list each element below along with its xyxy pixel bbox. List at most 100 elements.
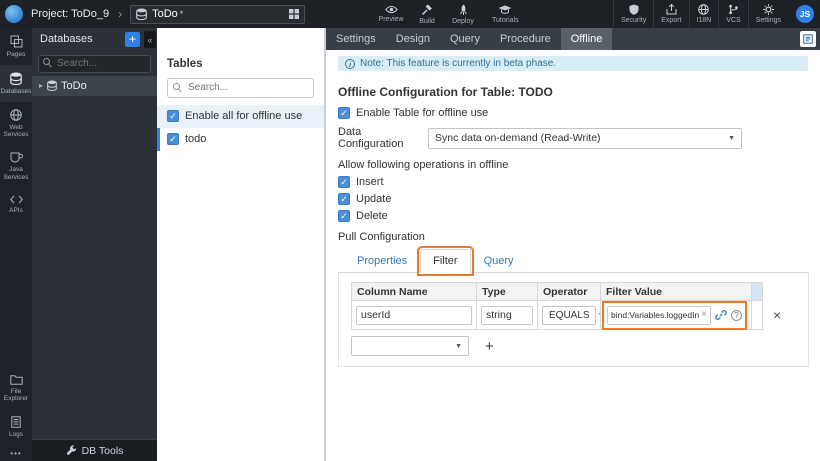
build-button[interactable]: Build: [414, 0, 440, 28]
chevron-right-icon: ›: [118, 7, 123, 21]
api-icon: [9, 195, 23, 204]
tables-panel: Tables Enable all for offline use todo: [157, 28, 325, 461]
filter-table-header: Column Name Type Operator Filter Value: [351, 282, 800, 301]
header-spacer: [751, 282, 763, 301]
rail-item-java-services[interactable]: Java Services: [0, 145, 32, 188]
help-icon[interactable]: ?: [731, 309, 742, 321]
cell-column-name: [351, 300, 477, 330]
delete-row-button[interactable]: ×: [773, 308, 781, 322]
type-input[interactable]: [481, 305, 533, 325]
add-row-button[interactable]: +: [485, 339, 494, 354]
rail-item-pages[interactable]: Pages: [0, 28, 32, 65]
operator-select[interactable]: EQUALS ▼: [542, 305, 605, 325]
grid-icon[interactable]: [289, 9, 300, 19]
preview-button[interactable]: Preview: [378, 0, 404, 28]
database-tree-item-todo[interactable]: ▸ ToDo: [32, 75, 157, 96]
pull-configuration-panel: Properties Filter Query Column Name Type…: [338, 246, 809, 367]
database-icon: [136, 8, 147, 20]
app-logo[interactable]: [5, 5, 23, 23]
deploy-button[interactable]: Deploy: [450, 0, 476, 28]
add-column-select[interactable]: ▼: [351, 336, 469, 356]
pages-icon: [10, 35, 23, 48]
tab-settings[interactable]: Settings: [326, 28, 386, 50]
user-avatar[interactable]: JS: [796, 5, 814, 23]
add-database-button[interactable]: +: [125, 31, 140, 47]
export-button[interactable]: Export: [653, 0, 688, 28]
pull-tab-query[interactable]: Query: [471, 249, 527, 273]
update-label: Update: [356, 193, 392, 205]
cell-operator: EQUALS ▼: [537, 300, 605, 330]
beta-note-banner: i Note: This feature is currently in bet…: [338, 56, 808, 71]
rail-item-databases[interactable]: Databases: [0, 64, 32, 102]
pull-configuration-label: Pull Configuration: [338, 231, 425, 243]
column-name-input[interactable]: [356, 305, 472, 325]
hammer-icon: [421, 4, 433, 16]
left-icon-rail: Pages Databases Web Services Java Servic…: [0, 28, 32, 461]
filter-value-field[interactable]: bind:Variables.loggedInUser.data ×: [607, 305, 711, 325]
tab-procedure[interactable]: Procedure: [490, 28, 561, 50]
enable-all-offline-row[interactable]: Enable all for offline use: [157, 104, 324, 128]
tab-query[interactable]: Query: [440, 28, 490, 50]
enable-all-checkbox[interactable]: [167, 110, 179, 122]
entity-selector[interactable]: ToDo *: [130, 4, 306, 24]
database-search: [38, 53, 151, 73]
vcs-button[interactable]: VCS: [718, 0, 747, 28]
database-icon: [47, 80, 57, 91]
cell-filter-value: bind:Variables.loggedInUser.data × ?: [600, 300, 752, 330]
database-icon: [10, 72, 22, 85]
more-options-icon[interactable]: •••: [0, 445, 32, 461]
rail-item-file-explorer[interactable]: File Explorer: [0, 368, 32, 410]
chevron-down-icon: ▼: [728, 134, 735, 142]
pull-tab-properties[interactable]: Properties: [344, 249, 420, 273]
data-configuration-value: Sync data on-demand (Read-Write): [435, 132, 601, 144]
i18n-button[interactable]: I18N: [688, 0, 719, 28]
security-button[interactable]: Security: [612, 0, 653, 28]
row-spacer: [751, 300, 763, 330]
table-row-todo[interactable]: todo: [157, 127, 324, 151]
update-checkbox[interactable]: [338, 193, 350, 205]
rail-item-apis[interactable]: APIs: [0, 188, 32, 221]
data-configuration-label: Data Configuration: [338, 126, 404, 150]
settings-button[interactable]: Settings: [747, 0, 788, 28]
database-search-input[interactable]: [38, 54, 151, 73]
tables-search: [167, 77, 314, 98]
operation-update-row: Update: [338, 193, 808, 205]
db-tools-button[interactable]: DB Tools: [32, 439, 157, 461]
delete-checkbox[interactable]: [338, 210, 350, 222]
info-icon: i: [345, 58, 355, 69]
wrench-icon: [66, 445, 77, 456]
rail-item-logs[interactable]: Logs: [0, 409, 32, 445]
databases-panel-header: Databases + «: [32, 28, 157, 50]
todo-table-checkbox[interactable]: [167, 133, 179, 145]
topbar-actions: Preview Build Deploy: [378, 0, 476, 28]
header-filter-value: Filter Value: [600, 282, 752, 301]
data-configuration-select[interactable]: Sync data on-demand (Read-Write) ▼: [428, 127, 742, 149]
branch-icon: [728, 4, 739, 15]
document-code-icon: [803, 34, 813, 44]
enable-table-checkbox[interactable]: [338, 107, 350, 119]
bind-link-icon[interactable]: [715, 309, 727, 321]
gear-icon: [762, 4, 774, 15]
db-tools-label: DB Tools: [81, 444, 124, 457]
header-type: Type: [476, 282, 538, 301]
insert-checkbox[interactable]: [338, 176, 350, 188]
todo-table-label: todo: [185, 133, 207, 145]
tab-design[interactable]: Design: [386, 28, 440, 50]
rail-item-web-services[interactable]: Web Services: [0, 102, 32, 146]
database-name: ToDo: [61, 79, 87, 92]
pull-tab-filter[interactable]: Filter: [417, 246, 474, 276]
entity-name: ToDo: [152, 8, 178, 20]
clear-value-icon[interactable]: ×: [699, 310, 707, 320]
tutorials-area: Tutorials: [492, 0, 519, 28]
collapse-panel-icon[interactable]: «: [144, 31, 156, 48]
pull-tab-bar: Properties Filter Query: [338, 246, 809, 276]
markup-preview-button[interactable]: [800, 31, 816, 47]
topbar-utilities: Security Export I18N VCS Settings: [612, 0, 788, 28]
tab-offline[interactable]: Offline: [560, 28, 613, 50]
tables-search-input[interactable]: [167, 77, 314, 98]
data-configuration-row: Data Configuration Sync data on-demand (…: [338, 126, 808, 150]
beta-note-text: Note: This feature is currently in beta …: [360, 58, 557, 69]
filter-value-text: bind:Variables.loggedInUser.data: [611, 310, 700, 320]
tutorials-button[interactable]: Tutorials: [492, 0, 519, 28]
header-column-name: Column Name: [351, 282, 477, 301]
